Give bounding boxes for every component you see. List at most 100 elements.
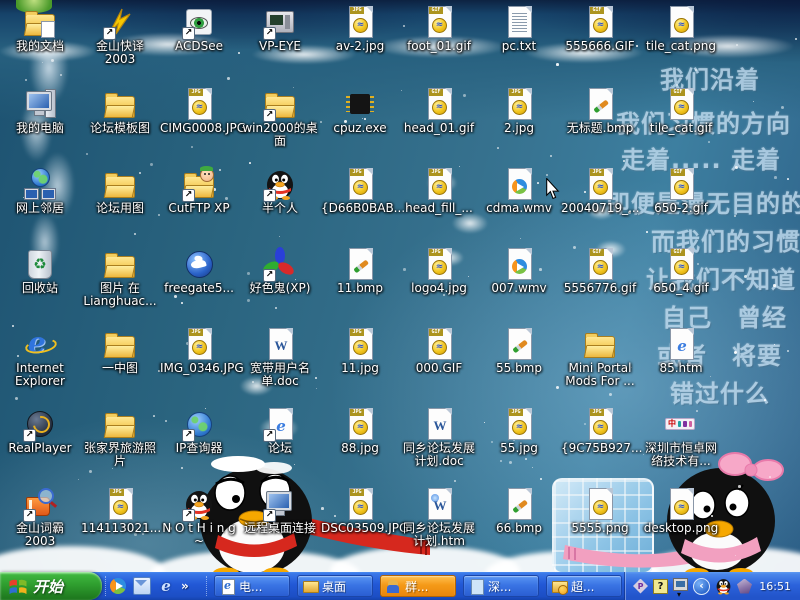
ie-quick-launch-icon[interactable]: e bbox=[158, 578, 174, 594]
desktop-icon[interactable]: ↗金山快译 2003 bbox=[81, 5, 159, 67]
desktop-icon[interactable]: JPG≈CIMG0008.JPG bbox=[160, 87, 238, 135]
desktop-icon[interactable]: JPG≈IMG_0346.JPG bbox=[160, 327, 238, 375]
desktop-icon[interactable]: e↗论坛 bbox=[241, 407, 319, 455]
desktop-icon[interactable]: freegate5... bbox=[160, 247, 238, 295]
diamond-p-tray-icon[interactable]: P bbox=[633, 579, 648, 594]
folder-icon: ↗ bbox=[263, 87, 297, 121]
gif-icon: GIF≈ bbox=[422, 5, 456, 39]
desktop-icon[interactable]: W同乡论坛发展计划.htm bbox=[400, 487, 478, 549]
desktop-icon[interactable]: Mini Portal Mods For ... bbox=[561, 327, 639, 389]
folder-icon bbox=[583, 327, 617, 361]
desktop-icon[interactable]: GIF≈5556776.gif bbox=[561, 247, 639, 295]
wmv-icon bbox=[502, 167, 536, 201]
hide-chevron-tray-icon[interactable]: ‹ bbox=[693, 578, 710, 595]
powerword-icon: ↗ bbox=[23, 487, 57, 521]
desktop-icon[interactable]: 无标题.bmp bbox=[561, 87, 639, 135]
desktop-icon[interactable]: 中深圳市恒卓网络技术有... bbox=[642, 407, 720, 469]
desktop-icon[interactable]: GIF≈650_4.gif bbox=[642, 247, 720, 295]
desktop-icon[interactable]: 图片 在 Lianghuac... bbox=[81, 247, 159, 309]
desktop-icon[interactable]: 我的文档 bbox=[1, 5, 79, 53]
taskbar-clock[interactable]: 16:51 bbox=[759, 580, 800, 593]
desktop-icon-label: desktop.png bbox=[642, 522, 720, 535]
desktop-icon[interactable]: ≈tile_cat.png bbox=[642, 5, 720, 53]
taskbar-button[interactable]: 群... bbox=[380, 575, 456, 597]
desktop-icon[interactable]: ↗好色鬼(XP) bbox=[241, 247, 319, 295]
desktop-icon[interactable]: ↗ACDSee bbox=[160, 5, 238, 53]
desktop-icon-label: {D66B0BAB... bbox=[321, 202, 399, 215]
desktop-icon[interactable]: e85.htm bbox=[642, 327, 720, 375]
taskbar-button[interactable]: e电... bbox=[214, 575, 290, 597]
desktop-icon[interactable]: JPG≈88.jpg bbox=[321, 407, 399, 455]
desktop-icon[interactable]: 11.bmp bbox=[321, 247, 399, 295]
desktop-icon[interactable]: JPG≈{9C75B927... bbox=[561, 407, 639, 455]
start-button[interactable]: 开始 bbox=[0, 572, 102, 600]
desktop-icon[interactable]: ↗远程桌面连接 bbox=[241, 487, 319, 535]
desktop-icon[interactable]: 007.wmv bbox=[480, 247, 558, 295]
desktop-icon[interactable]: cpuz.exe bbox=[321, 87, 399, 135]
desktop-icon[interactable]: JPG≈114113021... bbox=[81, 487, 159, 535]
shortcut-arrow-icon: ↗ bbox=[182, 189, 195, 202]
taskbar-button[interactable]: 桌面 bbox=[297, 575, 373, 597]
outlook-quick-launch-icon[interactable] bbox=[133, 577, 151, 595]
desktop-icon[interactable]: 论坛模板图 bbox=[81, 87, 159, 135]
desktop-icon[interactable]: eInternet Explorer bbox=[1, 327, 79, 389]
desktop-icon[interactable]: 张家界旅游照片 bbox=[81, 407, 159, 469]
desktop-icon[interactable]: 66.bmp bbox=[480, 487, 558, 535]
desktop-icon[interactable]: GIF≈650-2.gif bbox=[642, 167, 720, 215]
wmv-icon bbox=[502, 247, 536, 281]
desktop-icon[interactable]: ↗VP-EYE bbox=[241, 5, 319, 53]
snowflake-dot bbox=[181, 302, 183, 304]
desktop-icon[interactable]: 一中图 bbox=[81, 327, 159, 375]
taskbar-button[interactable]: 超... bbox=[546, 575, 622, 597]
desktop-icon[interactable]: JPG≈logo4.jpg bbox=[400, 247, 478, 295]
jpg-icon: JPG≈ bbox=[182, 87, 216, 121]
snowflake-dot bbox=[15, 397, 18, 400]
desktop-icon[interactable]: W宽带用户名单.doc bbox=[241, 327, 319, 389]
desktop-icon[interactable]: GIF≈foot_01.gif bbox=[400, 5, 478, 53]
desktop-icon[interactable]: 55.bmp bbox=[480, 327, 558, 375]
desktop-icon[interactable]: ♻回收站 bbox=[1, 247, 79, 295]
desktop-icon[interactable]: ↗RealPlayer bbox=[1, 407, 79, 455]
desktop-icon[interactable]: JPG≈2.jpg bbox=[480, 87, 558, 135]
snowflake-dot bbox=[249, 162, 251, 164]
desktop-icon[interactable]: ↗CutFTP XP bbox=[160, 167, 238, 215]
desktop-icon-label: 85.htm bbox=[642, 362, 720, 375]
desktop-icon[interactable]: GIF≈head_01.gif bbox=[400, 87, 478, 135]
desktop-icon[interactable]: JPG≈head_fill_... bbox=[400, 167, 478, 215]
desktop-icon[interactable]: JPG≈20040719_... bbox=[561, 167, 639, 215]
qq-tray-icon[interactable] bbox=[715, 577, 732, 595]
gem-tray-icon[interactable] bbox=[737, 579, 752, 594]
snowflake-dot bbox=[753, 101, 754, 102]
desktop-icon[interactable]: W同乡论坛发展计划.doc bbox=[400, 407, 478, 469]
desktop-icon[interactable]: ↗金山词霸 2003 bbox=[1, 487, 79, 549]
desktop-icon[interactable]: JPG≈DSC03509.JPG bbox=[321, 487, 399, 535]
desktop-icon[interactable]: JPG≈av-2.jpg bbox=[321, 5, 399, 53]
desktop-icon-label: DSC03509.JPG bbox=[321, 522, 399, 535]
desktop-icon[interactable]: 网上邻居 bbox=[1, 167, 79, 215]
desktop-icon-label: 88.jpg bbox=[321, 442, 399, 455]
desktop-icon[interactable]: pc.txt bbox=[480, 5, 558, 53]
desktop-icon[interactable]: GIF≈000.GIF bbox=[400, 327, 478, 375]
desktop-icon[interactable]: ↗N O t H i n g ~ bbox=[160, 487, 238, 549]
desktop-icon-label: 我的电脑 bbox=[1, 122, 79, 135]
display-tray-icon[interactable] bbox=[673, 578, 688, 591]
help-tray-icon[interactable]: ? bbox=[653, 579, 668, 594]
shortcut-arrow-icon: ↗ bbox=[23, 429, 36, 442]
desktop-icon[interactable]: ↗半个人 bbox=[241, 167, 319, 215]
quick-launch-overflow-chevron[interactable]: » bbox=[181, 572, 189, 600]
taskbar-button[interactable]: 深... bbox=[463, 575, 539, 597]
desktop-icon[interactable]: 我的电脑 bbox=[1, 87, 79, 135]
desktop-icon[interactable]: JPG≈{D66B0BAB... bbox=[321, 167, 399, 215]
desktop-icon[interactable]: ↗IP查询器 bbox=[160, 407, 238, 455]
desktop-icon[interactable]: GIF≈555666.GIF bbox=[561, 5, 639, 53]
desktop-icon[interactable]: JPG≈55.jpg bbox=[480, 407, 558, 455]
desktop-icon[interactable]: GIF≈tile_cat.gif bbox=[642, 87, 720, 135]
quick-launch: e» bbox=[110, 572, 189, 600]
desktop-icon[interactable]: 论坛用图 bbox=[81, 167, 159, 215]
snowflake-dot bbox=[520, 238, 521, 239]
wmp-quick-launch-icon[interactable] bbox=[110, 578, 126, 594]
desktop-icon[interactable]: JPG≈11.jpg bbox=[321, 327, 399, 375]
desktop-icon[interactable]: ≈desktop.png bbox=[642, 487, 720, 535]
desktop-icon[interactable]: ≈5555.png bbox=[561, 487, 639, 535]
desktop-icon[interactable]: ↗win2000的桌面 bbox=[241, 87, 319, 149]
